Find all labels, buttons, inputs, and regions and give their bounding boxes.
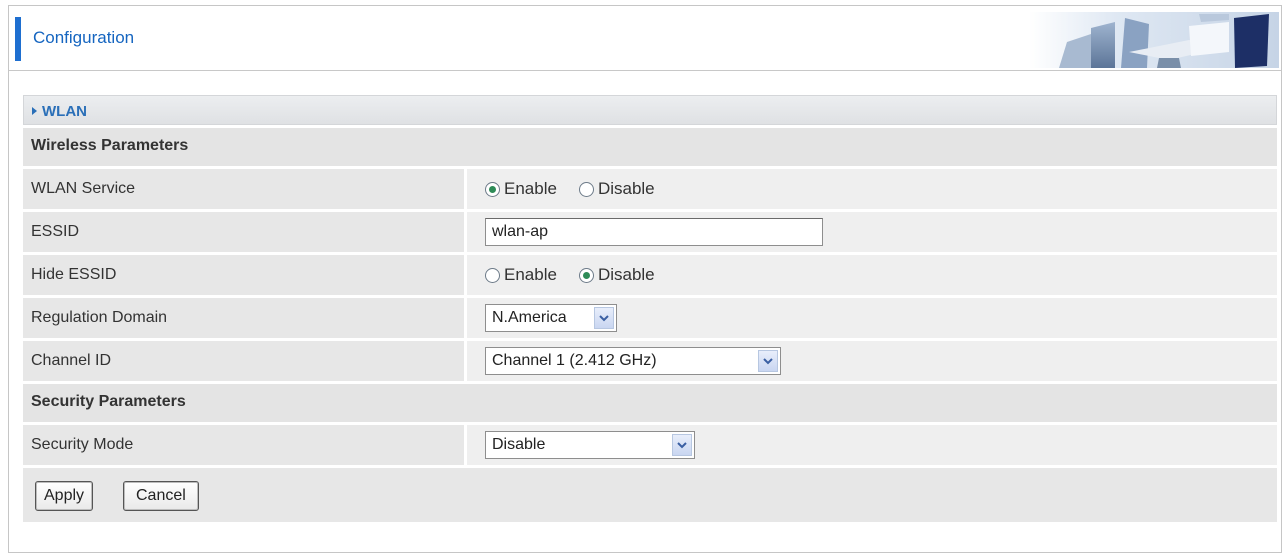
value-cell: [467, 212, 1277, 252]
header-banner-image: [1029, 12, 1279, 68]
channel-id-label: Channel ID: [31, 352, 112, 369]
wlan-service-label: WLAN Service: [31, 180, 136, 197]
group-label: Wireless Parameters: [31, 137, 189, 154]
security-mode-label: Security Mode: [31, 436, 134, 453]
essid-input[interactable]: [485, 218, 823, 246]
security-mode-select[interactable]: Disable: [485, 431, 695, 459]
value-cell: Channel 1 (2.412 GHz): [467, 341, 1277, 381]
value-cell: N.America: [467, 298, 1277, 338]
channel-id-value: Channel 1 (2.412 GHz): [492, 352, 657, 369]
channel-id-row: Channel ID Channel 1 (2.412 GHz): [23, 341, 1277, 381]
label-cell: WLAN Service: [23, 169, 464, 209]
regulation-domain-label: Regulation Domain: [31, 309, 168, 326]
section-title: WLAN: [42, 103, 87, 120]
hide-essid-row: Hide ESSID Enable Disable: [23, 255, 1277, 295]
hide-essid-radio-group: Enable Disable: [485, 265, 677, 285]
hide-essid-label: Hide ESSID: [31, 266, 117, 283]
essid-row: ESSID: [23, 212, 1277, 252]
hide-essid-disable-radio[interactable]: [578, 267, 594, 283]
value-cell: Disable: [467, 425, 1277, 465]
button-row: Apply Cancel: [23, 468, 1277, 522]
essid-label: ESSID: [31, 223, 80, 240]
security-mode-value: Disable: [492, 436, 546, 453]
wlan-service-disable-label[interactable]: Disable: [598, 179, 655, 199]
label-cell: ESSID: [23, 212, 464, 252]
label-cell: Channel ID: [23, 341, 464, 381]
wlan-service-enable-radio[interactable]: [485, 181, 500, 197]
hide-essid-enable-radio[interactable]: [485, 267, 500, 283]
regulation-domain-value: N.America: [492, 309, 567, 326]
wlan-service-radio-group: Enable Disable: [485, 179, 677, 199]
label-cell: Security Mode: [23, 425, 464, 465]
apply-button[interactable]: Apply: [35, 481, 94, 511]
value-cell: Enable Disable: [467, 169, 1277, 209]
value-cell: Enable Disable: [467, 255, 1277, 295]
chevron-down-icon[interactable]: [758, 350, 778, 372]
label-cell: Regulation Domain: [23, 298, 464, 338]
chevron-down-icon[interactable]: [594, 307, 614, 329]
regulation-domain-select[interactable]: N.America: [485, 304, 617, 332]
wlan-service-disable-radio[interactable]: [578, 181, 594, 197]
cancel-button[interactable]: Cancel: [123, 481, 199, 511]
wlan-section: WLAN Wireless Parameters WLAN Service En…: [23, 95, 1277, 522]
section-arrow-icon: [32, 107, 37, 115]
header-accent-bar: [15, 17, 21, 61]
section-header: WLAN: [23, 95, 1277, 125]
channel-id-select[interactable]: Channel 1 (2.412 GHz): [485, 347, 781, 375]
header: Configuration: [9, 6, 1281, 71]
label-cell: Hide ESSID: [23, 255, 464, 295]
regulation-domain-row: Regulation Domain N.America: [23, 298, 1277, 338]
page-title: Configuration: [33, 28, 135, 47]
hide-essid-disable-label[interactable]: Disable: [598, 265, 655, 285]
hide-essid-enable-label[interactable]: Enable: [504, 265, 557, 285]
page-frame: Configuration WLAN Wireless Parameters W…: [8, 5, 1282, 553]
group-label: Security Parameters: [31, 393, 186, 410]
security-parameters-group: Security Parameters: [23, 384, 1277, 422]
wireless-parameters-group: Wireless Parameters: [23, 128, 1277, 166]
wlan-service-enable-label[interactable]: Enable: [504, 179, 557, 199]
security-mode-row: Security Mode Disable: [23, 425, 1277, 465]
wlan-service-row: WLAN Service Enable Disable: [23, 169, 1277, 209]
chevron-down-icon[interactable]: [672, 434, 692, 456]
